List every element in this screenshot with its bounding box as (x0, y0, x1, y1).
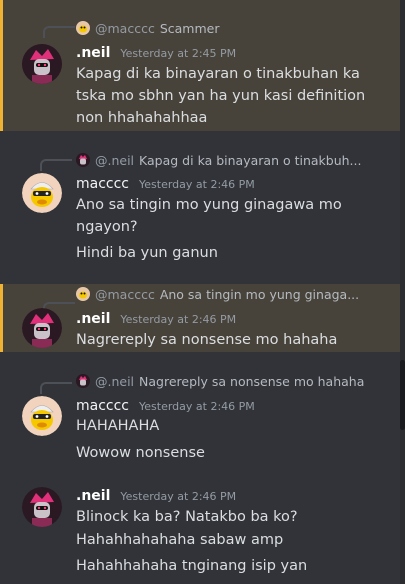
reply-spine (43, 26, 75, 38)
message-line: ngayon? (76, 219, 138, 235)
author-name[interactable]: .neil (76, 488, 110, 504)
message-line: Blinock ka ba? Natakbo ba ko? (76, 509, 298, 525)
message-line: Nagrereply sa nonsense mo hahaha (76, 332, 338, 348)
reply-author[interactable]: @.neil (95, 153, 134, 168)
robot-avatar-icon[interactable] (22, 44, 62, 84)
reply-preview[interactable]: @.neil Nagrereply sa nonsense mo hahaha (76, 372, 364, 390)
robot-avatar-icon[interactable] (22, 487, 62, 527)
message-line: Wowow nonsense (76, 445, 205, 461)
reply-text: Nagrereply sa nonsense mo hahaha (139, 373, 365, 389)
timestamp[interactable]: Yesterday at 2:46 PM (120, 490, 236, 503)
message-line: tska mo sbhn yan ha yun kasi definition (76, 88, 366, 104)
message-5[interactable]: .neil Yesterday at 2:46 PM Blinock ka ba… (0, 482, 400, 584)
reply-preview[interactable]: @macccc Ano sa tingin mo yung ginaga... (76, 285, 359, 303)
reply-author[interactable]: @macccc (95, 287, 155, 302)
message-line: Kapag di ka binayaran o tinakbuhan ka (76, 66, 360, 82)
reply-text: Ano sa tingin mo yung ginaga... (159, 286, 360, 302)
author-name[interactable]: macccc (76, 176, 129, 192)
duck-avatar-icon[interactable] (22, 173, 62, 213)
message-line: Hindi ba yun ganun (76, 245, 218, 261)
reply-spine (40, 159, 72, 171)
reply-preview[interactable]: @.neil Kapag di ka binayaran o tinakbuh.… (76, 151, 361, 169)
timestamp[interactable]: Yesterday at 2:46 PM (139, 178, 255, 191)
message-1[interactable]: @macccc Scammer .neil Yesterday at 2:45 … (0, 0, 400, 131)
reply-author[interactable]: @.neil (95, 374, 134, 389)
scrollbar-thumb[interactable] (400, 360, 405, 430)
message-3[interactable]: @macccc Ano sa tingin mo yung ginaga... … (0, 284, 400, 352)
scrollbar-track[interactable] (400, 0, 405, 584)
message-line: non hhahahahhaa (76, 110, 208, 126)
author-name[interactable]: macccc (76, 398, 129, 414)
message-line: HAHAHAHA (76, 418, 160, 434)
robot-mini-avatar-icon (76, 374, 90, 388)
timestamp[interactable]: Yesterday at 2:46 PM (120, 313, 236, 326)
message-line: Hahahhahahaha sabaw amp (76, 532, 284, 548)
duck-mini-avatar-icon (76, 287, 90, 301)
reply-text: Scammer (159, 20, 220, 36)
author-name[interactable]: .neil (76, 311, 110, 327)
message-4[interactable]: @.neil Nagrereply sa nonsense mo hahaha … (0, 364, 400, 474)
reply-text: Kapag di ka binayaran o tinakbuh... (139, 152, 362, 168)
timestamp[interactable]: Yesterday at 2:46 PM (139, 400, 255, 413)
message-2[interactable]: @.neil Kapag di ka binayaran o tinakbuh.… (0, 140, 400, 270)
reply-preview[interactable]: @macccc Scammer (76, 19, 219, 37)
reply-author[interactable]: @macccc (95, 21, 155, 36)
robot-mini-avatar-icon (76, 153, 90, 167)
author-name[interactable]: .neil (76, 45, 110, 61)
duck-avatar-icon[interactable] (22, 396, 62, 436)
duck-mini-avatar-icon (76, 21, 90, 35)
reply-spine (40, 382, 72, 394)
message-line: Hahahhahaha tnginang isip yan (76, 558, 308, 574)
robot-avatar-icon[interactable] (22, 308, 62, 348)
message-line: Ano sa tingin mo yung ginagawa mo (76, 197, 342, 213)
timestamp[interactable]: Yesterday at 2:45 PM (120, 47, 236, 60)
